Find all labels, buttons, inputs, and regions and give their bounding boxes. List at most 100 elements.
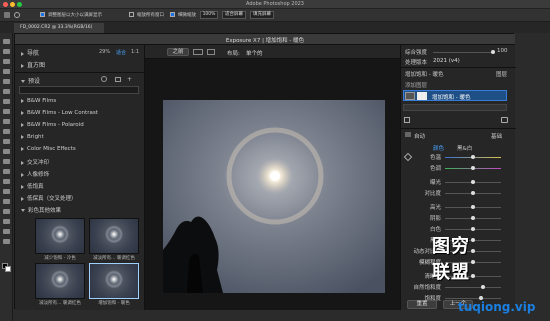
fill-screen-button[interactable]: 填充屏幕 bbox=[250, 11, 274, 19]
preset-group-item[interactable]: Color Misc Effects bbox=[21, 146, 76, 152]
zoom-tool-icon[interactable] bbox=[14, 12, 20, 18]
shape-tool-icon[interactable] bbox=[3, 219, 10, 224]
strength-slider[interactable] bbox=[433, 50, 495, 54]
temperature-slider[interactable] bbox=[445, 155, 501, 159]
expand-icon bbox=[21, 134, 24, 139]
preset-thumbnail[interactable] bbox=[35, 263, 85, 299]
stamp-tool-icon[interactable] bbox=[3, 129, 10, 134]
preset-thumbnail[interactable] bbox=[89, 218, 139, 254]
single-view-icon[interactable] bbox=[207, 49, 215, 55]
nav-1to1-button[interactable]: 1:1 bbox=[131, 49, 139, 55]
marquee-tool-icon[interactable] bbox=[3, 49, 10, 54]
preset-thumbnail-selected[interactable] bbox=[89, 263, 139, 299]
crop-tool-icon[interactable] bbox=[3, 79, 10, 84]
before-after-button[interactable]: 之前 bbox=[167, 48, 189, 56]
preset-thumbnail[interactable] bbox=[35, 218, 85, 254]
presets-header[interactable]: 预设 bbox=[21, 76, 40, 85]
layout-select[interactable]: 单个的 bbox=[246, 49, 263, 57]
preset-group-item[interactable]: B&W Films - Low Contrast bbox=[21, 110, 98, 116]
layers-label[interactable]: 图层 bbox=[496, 70, 507, 78]
preset-search-field[interactable] bbox=[19, 86, 139, 94]
layer-title: 增加饱和 - 暖色 bbox=[405, 72, 444, 78]
preset-group-label: 彩色其他效果 bbox=[28, 208, 62, 214]
preset-group-item[interactable]: Bright bbox=[21, 134, 44, 140]
folder-icon[interactable] bbox=[115, 77, 121, 82]
saturation-slider[interactable] bbox=[445, 296, 501, 300]
eraser-tool-icon[interactable] bbox=[3, 149, 10, 154]
preset-group-item[interactable]: B&W Films bbox=[21, 98, 56, 104]
add-preset-icon[interactable]: + bbox=[127, 76, 132, 83]
slider-knob[interactable] bbox=[471, 274, 475, 278]
app-title: Adobe Photoshop 2023 bbox=[246, 1, 304, 7]
preset-group-item[interactable]: 交叉冲印 bbox=[21, 158, 49, 166]
basic-section-header[interactable]: 基础 bbox=[491, 132, 502, 140]
brush-icon[interactable] bbox=[501, 117, 508, 123]
nav-fit-button[interactable]: 适合 bbox=[116, 49, 126, 56]
slider-knob[interactable] bbox=[471, 205, 475, 209]
preset-group-item[interactable]: B&W Films - Polaroid bbox=[21, 122, 84, 128]
vibrance-slider[interactable] bbox=[445, 285, 501, 289]
slider-knob[interactable] bbox=[481, 285, 485, 289]
slider-knob[interactable] bbox=[471, 166, 475, 170]
add-layer-button[interactable]: 添加图层 bbox=[405, 81, 427, 89]
slider-knob[interactable] bbox=[471, 249, 475, 253]
slider-knob[interactable] bbox=[471, 191, 475, 195]
layer-row[interactable]: 增加饱和 - 暖色 bbox=[403, 90, 507, 101]
tint-slider[interactable] bbox=[445, 166, 501, 170]
move-tool-icon[interactable] bbox=[3, 39, 10, 44]
shadows-slider[interactable] bbox=[445, 216, 501, 220]
whites-slider[interactable] bbox=[445, 227, 501, 231]
fit-screen-button[interactable]: 适合屏幕 bbox=[222, 11, 246, 19]
brush-tool-icon[interactable] bbox=[3, 119, 10, 124]
slider-knob[interactable] bbox=[471, 260, 475, 264]
auto-icon bbox=[405, 132, 411, 137]
healing-tool-icon[interactable] bbox=[3, 109, 10, 114]
preset-group-item[interactable]: 低保真（交叉处理） bbox=[21, 194, 77, 202]
blur-tool-icon[interactable] bbox=[3, 169, 10, 174]
slider-knob[interactable] bbox=[471, 216, 475, 220]
quick-select-tool-icon[interactable] bbox=[3, 69, 10, 74]
auto-button[interactable]: 自动 bbox=[414, 132, 425, 140]
highlights-slider[interactable] bbox=[445, 205, 501, 209]
path-select-tool-icon[interactable] bbox=[3, 209, 10, 214]
document-tab[interactable]: FD_0002.CR2 @ 33.3%(RGB/16) bbox=[14, 23, 104, 33]
history-brush-tool-icon[interactable] bbox=[3, 139, 10, 144]
hand-tool-icon[interactable] bbox=[3, 229, 10, 234]
compare-icon[interactable] bbox=[193, 49, 203, 55]
gradient-tool-icon[interactable] bbox=[3, 159, 10, 164]
background-color-swatch[interactable] bbox=[5, 266, 11, 272]
crop-icon[interactable] bbox=[404, 117, 410, 123]
preset-group-item[interactable]: 低饱真 bbox=[21, 182, 44, 190]
scrubby-zoom-checkbox[interactable] bbox=[170, 12, 175, 17]
version-select[interactable]: 2021 (v4) bbox=[433, 58, 460, 64]
eyedropper-tool-icon[interactable] bbox=[3, 99, 10, 104]
slider-knob[interactable] bbox=[471, 180, 475, 184]
frame-tool-icon[interactable] bbox=[3, 89, 10, 94]
preset-group-item[interactable]: 人像修饰 bbox=[21, 170, 49, 178]
contrast-slider[interactable] bbox=[445, 191, 501, 195]
zoom-100-button[interactable]: 100% bbox=[200, 11, 218, 19]
reset-button[interactable]: 重置 bbox=[407, 300, 437, 309]
histogram-header[interactable]: 直方图 bbox=[21, 60, 45, 69]
home-icon[interactable] bbox=[4, 12, 10, 18]
expand-icon bbox=[21, 98, 24, 103]
slider-knob[interactable] bbox=[471, 155, 475, 159]
preset-group-item[interactable]: 彩色其他效果 bbox=[21, 206, 61, 214]
lasso-tool-icon[interactable] bbox=[3, 59, 10, 64]
zoom-tool-icon-2[interactable] bbox=[3, 239, 10, 244]
slider-knob[interactable] bbox=[471, 227, 475, 231]
navigator-label: 导航 bbox=[27, 50, 40, 57]
expand-icon bbox=[21, 110, 24, 115]
exposure-slider[interactable] bbox=[445, 180, 501, 184]
strength-knob[interactable] bbox=[491, 50, 495, 54]
bw-tab[interactable]: 黑&白 bbox=[457, 144, 472, 152]
search-icon[interactable] bbox=[101, 76, 107, 82]
dodge-tool-icon[interactable] bbox=[3, 179, 10, 184]
pen-tool-icon[interactable] bbox=[3, 189, 10, 194]
navigator-header[interactable]: 导航 bbox=[21, 48, 39, 57]
slider-knob[interactable] bbox=[471, 238, 475, 242]
type-tool-icon[interactable] bbox=[3, 199, 10, 204]
zoom-all-checkbox[interactable] bbox=[129, 12, 134, 17]
color-tab[interactable]: 颜色 bbox=[433, 144, 444, 152]
resize-windows-checkbox[interactable] bbox=[40, 12, 45, 17]
